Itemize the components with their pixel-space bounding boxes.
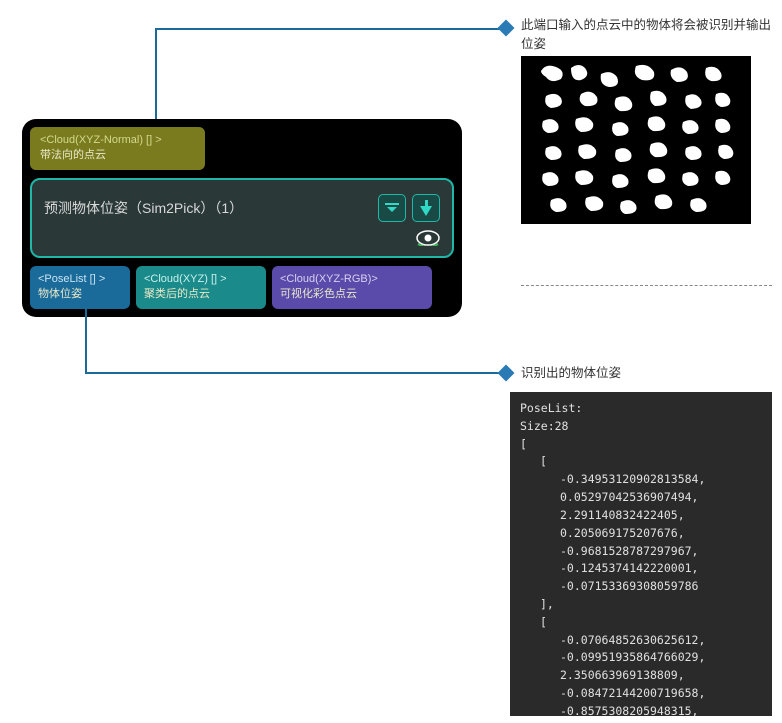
node-body: 预测物体位姿（Sim2Pick）（1）: [30, 178, 454, 258]
bracket-nested-open: [: [520, 614, 762, 632]
pose-value: -0.08472144200719658,: [520, 685, 762, 703]
output-port-cloud-xyz[interactable]: <Cloud(XYZ) [] > 聚类后的点云: [136, 266, 266, 309]
pose-value: 0.205069175207676,: [520, 525, 762, 543]
pose-value: -0.1245374142220001,: [520, 560, 762, 578]
connector-bottom-horizontal: [85, 372, 505, 374]
node-block[interactable]: <Cloud(XYZ-Normal) [] > 带法向的点云 预测物体位姿（Si…: [22, 119, 462, 317]
download-button[interactable]: [412, 194, 440, 222]
connector-bottom-vertical: [85, 307, 87, 374]
annotation-top-text: 此端口输入的点云中的物体将会被识别并输出位姿: [521, 16, 781, 54]
pose-value: 2.291140832422405,: [520, 507, 762, 525]
pose-value: -0.8575308205948315,: [520, 703, 762, 716]
pose-value: -0.34953120902813584,: [520, 471, 762, 489]
connector-top-vertical: [155, 28, 157, 119]
point-cloud-preview: [521, 56, 751, 224]
output-port-poselist[interactable]: <PoseList [] > 物体位姿: [30, 266, 130, 309]
pose-value: -0.09951935864766029,: [520, 649, 762, 667]
pose-value: 2.350663969138809,: [520, 667, 762, 685]
annotation-marker-icon: [498, 365, 515, 382]
pose-value: -0.07064852630625612,: [520, 632, 762, 650]
bracket-nested-close: ],: [520, 596, 762, 614]
expand-button[interactable]: [378, 194, 406, 222]
download-icon: [420, 200, 432, 216]
poselist-panel: PoseList: Size:28 [ [ -0.349531209028135…: [510, 392, 772, 716]
annotation-bottom-text: 识别出的物体位姿: [521, 364, 621, 383]
pose-value: 0.05297042536907494,: [520, 489, 762, 507]
pose-value: -0.9681528787297967,: [520, 543, 762, 561]
output-port-type: <PoseList [] >: [38, 272, 122, 287]
input-port-type: <Cloud(XYZ-Normal) [] >: [40, 133, 195, 148]
expand-icon: [385, 203, 399, 212]
output-port-cloud-rgb[interactable]: <Cloud(XYZ-RGB)> 可视化彩色点云: [272, 266, 432, 309]
node-title: 预测物体位姿（Sim2Pick）（1）: [44, 198, 243, 218]
output-port-type: <Cloud(XYZ) [] >: [144, 272, 258, 287]
poselist-header: PoseList:: [520, 400, 762, 418]
output-port-label: 物体位姿: [38, 287, 122, 302]
visibility-icon[interactable]: [416, 230, 440, 246]
output-port-type: <Cloud(XYZ-RGB)>: [280, 272, 424, 287]
connector-top-horizontal: [155, 28, 505, 30]
output-port-label: 聚类后的点云: [144, 287, 258, 302]
bracket-open: [: [520, 436, 762, 454]
separator-dashed: [521, 285, 772, 286]
input-port-label: 带法向的点云: [40, 148, 195, 163]
poselist-size: Size:28: [520, 418, 762, 436]
pose-value: -0.07153369308059786: [520, 578, 762, 596]
bracket-nested-open: [: [520, 453, 762, 471]
annotation-marker-icon: [498, 20, 515, 37]
input-port-cloud-normal[interactable]: <Cloud(XYZ-Normal) [] > 带法向的点云: [30, 127, 205, 170]
output-port-label: 可视化彩色点云: [280, 287, 424, 302]
